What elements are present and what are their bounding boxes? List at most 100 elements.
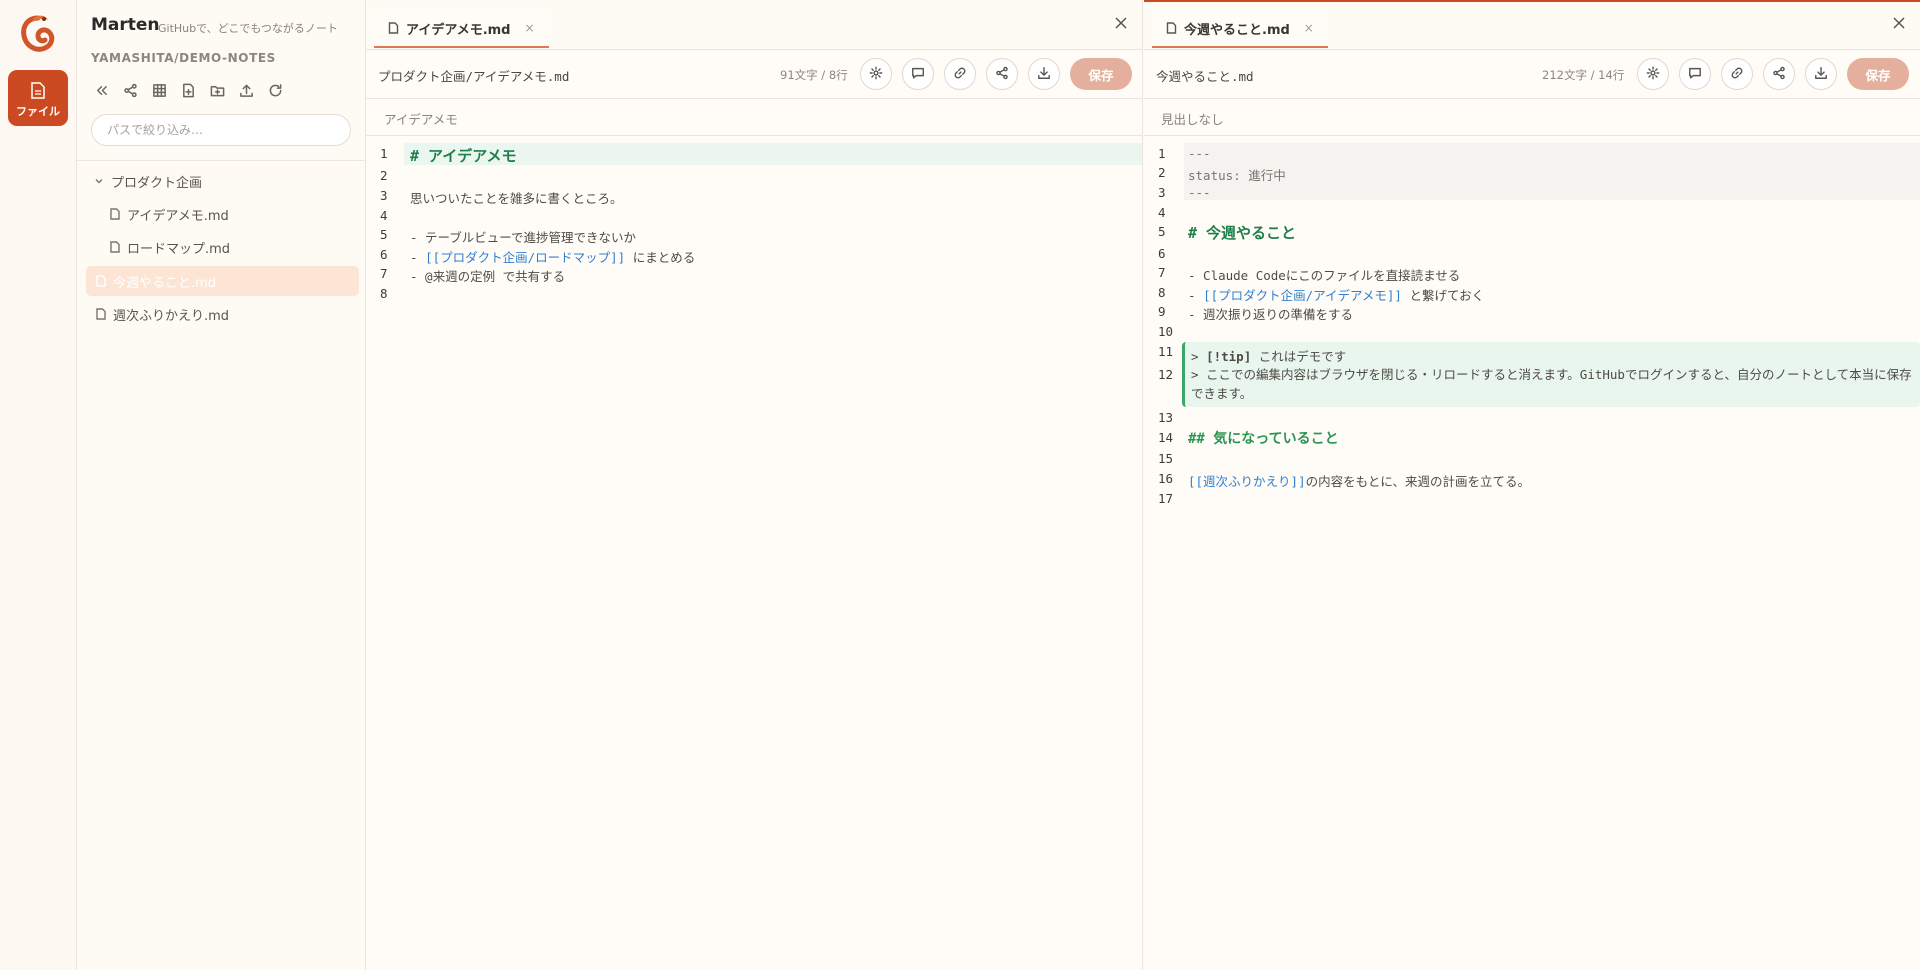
- tree-file-this-week[interactable]: 今週やること.md: [86, 266, 359, 296]
- file-path: プロダクト企画/アイデアメモ.md: [378, 69, 570, 84]
- toolbar-buttons: 保存: [1637, 58, 1909, 90]
- code-line: [[週次ふりかえり]]の内容をもとに、来週の計画を立てる。: [1188, 471, 1920, 490]
- share-icon: [995, 65, 1009, 84]
- line-number: 14: [1158, 430, 1174, 445]
- heading-line: ## 気になっていること: [1188, 431, 1339, 447]
- line-number: 15: [1158, 451, 1174, 466]
- comment-icon: [911, 65, 925, 84]
- divider: [77, 160, 366, 161]
- settings-button[interactable]: [1637, 58, 1669, 90]
- line-text: の内容をもとに、来週の計画を立てる。: [1305, 474, 1530, 489]
- heading-bar: 見出しなし: [1144, 99, 1920, 136]
- line-number: 4: [380, 208, 388, 223]
- comment-button[interactable]: [902, 58, 934, 90]
- tree-file-roadmap[interactable]: ロードマップ.md: [109, 232, 349, 262]
- collapse-icon[interactable]: [91, 80, 111, 100]
- link-button[interactable]: [1721, 58, 1753, 90]
- close-icon[interactable]: [1114, 15, 1128, 29]
- line-number: 9: [1158, 304, 1166, 319]
- share-button[interactable]: [986, 58, 1018, 90]
- tab-label: アイデアメモ.md: [406, 22, 511, 38]
- download-icon: [1814, 65, 1828, 84]
- download-button[interactable]: [1028, 58, 1060, 90]
- share-button[interactable]: [1763, 58, 1795, 90]
- heading-line: # 今週やること: [1188, 224, 1297, 242]
- callout-line: > [!tip] これはデモです: [1191, 346, 1920, 365]
- new-file-icon[interactable]: [178, 80, 198, 100]
- toolbar-buttons: 保存: [860, 58, 1132, 90]
- tree-folder-product-planning[interactable]: プロダクト企画: [93, 166, 349, 196]
- link-icon: [1730, 65, 1744, 84]
- settings-button[interactable]: [860, 58, 892, 90]
- sidebar-toolbar: [91, 80, 285, 100]
- heading-bar: アイデアメモ: [366, 99, 1142, 136]
- share-icon[interactable]: [120, 80, 140, 100]
- save-button[interactable]: 保存: [1847, 58, 1909, 90]
- code-line: - @来週の定例 で共有する: [410, 269, 566, 284]
- file-icon: [109, 241, 121, 253]
- tab-idea-memo[interactable]: アイデアメモ.md ×: [374, 10, 549, 48]
- list-marker: -: [410, 250, 426, 265]
- refresh-icon[interactable]: [265, 80, 285, 100]
- line-number: 2: [1158, 165, 1166, 180]
- callout-line: > ここでの編集内容はブラウザを閉じる・リロードすると消えます。GitHubでロ…: [1191, 367, 1912, 401]
- tab-close-button[interactable]: ×: [525, 21, 535, 35]
- download-icon: [1037, 65, 1051, 84]
- line-number: 5: [1158, 224, 1166, 239]
- path-filter-input[interactable]: [91, 114, 351, 146]
- tree-file-idea-memo[interactable]: アイデアメモ.md: [109, 199, 349, 229]
- repo-name: YAMASHITA/DEMO-NOTES: [91, 51, 276, 65]
- code-line: - Claude Codeにこのファイルを直接読ませる: [1188, 268, 1461, 283]
- markdown-editor[interactable]: 1 --- 2 status: 進行中 3 --- 4 5 # 今週やること 6…: [1144, 136, 1920, 970]
- wiki-link[interactable]: [[週次ふりかえり]]: [1188, 474, 1306, 489]
- file-stats: 91文字 / 8行: [780, 68, 848, 82]
- frontmatter-line: ---: [1188, 146, 1211, 161]
- file-icon: [109, 208, 121, 220]
- tab-close-button[interactable]: ×: [1304, 21, 1314, 35]
- tab-bar: 今週やること.md ×: [1144, 0, 1920, 50]
- tab-label: 今週やること.md: [1184, 22, 1290, 38]
- editor-toolbar: プロダクト企画/アイデアメモ.md 91文字 / 8行 保存: [366, 50, 1142, 99]
- line-number: 8: [380, 286, 388, 301]
- upload-icon[interactable]: [236, 80, 256, 100]
- download-button[interactable]: [1805, 58, 1837, 90]
- app-rail: ファイル: [0, 0, 77, 970]
- line-number: 17: [1158, 491, 1174, 506]
- wiki-link[interactable]: [[プロダクト企画/ロードマップ]]: [425, 250, 625, 265]
- close-icon[interactable]: [1892, 15, 1906, 29]
- editor-pane-right: 今週やること.md × 今週やること.md 212文字 / 14行 保存 見出し…: [1144, 0, 1920, 970]
- wiki-link[interactable]: [[プロダクト企画/アイデアメモ]]: [1203, 288, 1402, 303]
- line-number: 16: [1158, 471, 1174, 486]
- line-number: 7: [380, 266, 388, 281]
- file-icon: [95, 308, 107, 320]
- tree-file-weekly-review[interactable]: 週次ふりかえり.md: [95, 299, 349, 329]
- marten-logo: [18, 12, 58, 60]
- chevron-down-icon: [93, 175, 105, 187]
- line-number: 1: [380, 146, 388, 161]
- comment-icon: [1688, 65, 1702, 84]
- tree-file-label: アイデアメモ.md: [127, 208, 229, 224]
- file-icon: [31, 82, 45, 99]
- line-number: 8: [1158, 285, 1166, 300]
- file-icon: [95, 275, 107, 287]
- active-pane-indicator: [1144, 0, 1920, 2]
- table-icon[interactable]: [149, 80, 169, 100]
- code-line: - テーブルビューで進捗管理できないか: [410, 230, 637, 245]
- file-sidebar: Marten GitHubで、どこでもつながるノート YAMASHITA/DEM…: [77, 0, 366, 970]
- code-line: 思いついたことを雑多に書くところ。: [410, 191, 623, 206]
- new-folder-icon[interactable]: [207, 80, 227, 100]
- comment-button[interactable]: [1679, 58, 1711, 90]
- file-icon: [388, 22, 399, 34]
- line-number: 2: [380, 168, 388, 183]
- list-marker: -: [1188, 288, 1204, 303]
- line-number: 4: [1158, 205, 1166, 220]
- link-button[interactable]: [944, 58, 976, 90]
- markdown-editor[interactable]: 1 # アイデアメモ 2 3 思いついたことを雑多に書くところ。 4 5 - テ…: [366, 136, 1142, 970]
- file-stats: 212文字 / 14行: [1542, 68, 1625, 82]
- current-heading: アイデアメモ: [384, 112, 458, 127]
- line-text: と繋げておく: [1401, 288, 1485, 303]
- files-nav-button[interactable]: ファイル: [8, 70, 68, 126]
- save-button[interactable]: 保存: [1070, 58, 1132, 90]
- tab-this-week[interactable]: 今週やること.md ×: [1152, 10, 1328, 48]
- line-number: 5: [380, 227, 388, 242]
